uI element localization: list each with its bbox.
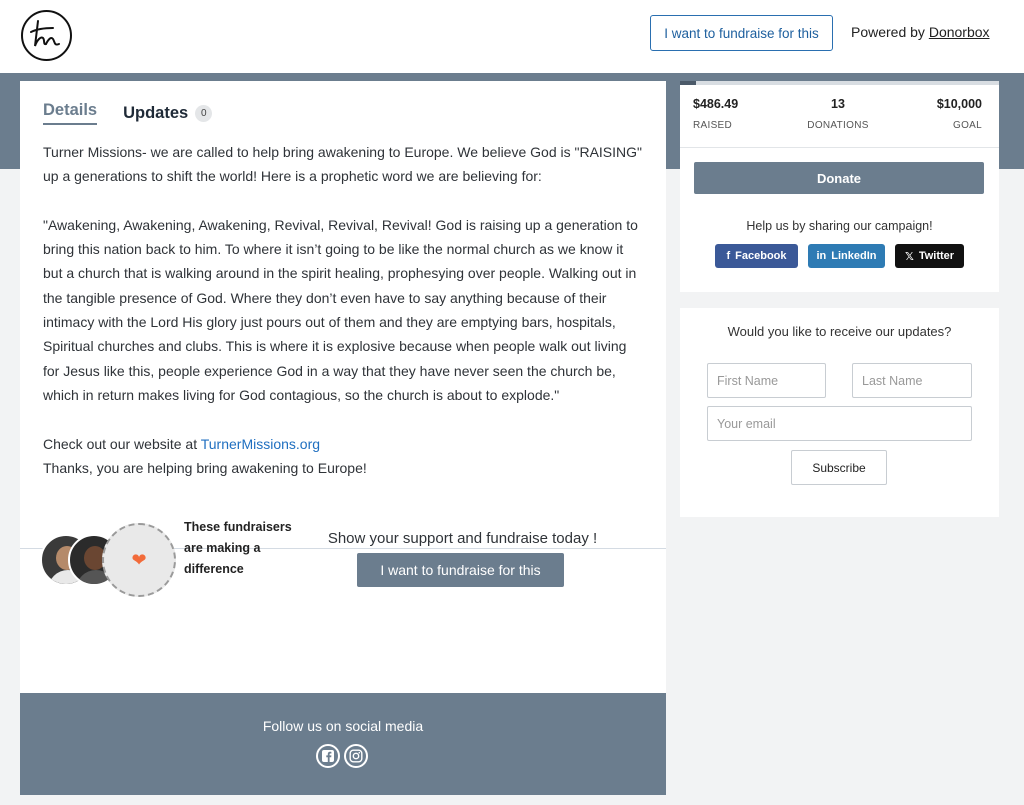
- progress-fill: [680, 81, 696, 85]
- support-text: Show your support and fundraise today !: [327, 530, 598, 547]
- email-field[interactable]: Your email: [707, 406, 972, 441]
- social-icons: [316, 744, 368, 768]
- share-linkedin-button[interactable]: in LinkedIn: [808, 244, 885, 268]
- fundraisers-text: These fundraisers are making a differenc…: [184, 520, 292, 576]
- stat-raised: $486.49 RAISED: [693, 97, 738, 131]
- share-facebook-button[interactable]: f Facebook: [715, 244, 798, 268]
- description-paragraph: "Awakening, Awakening, Awakening, Reviva…: [43, 216, 638, 403]
- follow-text: Follow us on social media: [262, 718, 424, 734]
- donations-count: 13: [831, 97, 845, 111]
- description-paragraph: Turner Missions- we are called to help b…: [43, 144, 642, 185]
- stats-divider: [680, 147, 999, 148]
- website-link[interactable]: TurnerMissions.org: [201, 436, 320, 452]
- raised-amount: $486.49: [693, 97, 739, 111]
- fundraise-button-top[interactable]: I want to fundraise for this: [650, 15, 833, 51]
- turner-missions-logo[interactable]: [21, 10, 72, 61]
- updates-count-badge: 0: [195, 104, 213, 122]
- powered-by-label: Powered by: [851, 24, 925, 40]
- website-line: Check out our website at TurnerMissions.…: [43, 432, 643, 456]
- donations-label: DONATIONS: [807, 120, 869, 131]
- goal-amount: $10,000: [936, 97, 982, 111]
- linkedin-icon: in: [816, 250, 827, 262]
- stat-donations: 13 DONATIONS: [798, 97, 878, 131]
- campaign-details-card: Details Updates 0 Turner Missions- we ar…: [20, 81, 666, 693]
- share-twitter-button[interactable]: 𝕏 Twitter: [895, 244, 964, 268]
- fundraiser-avatars: ❤: [40, 523, 176, 597]
- tab-details[interactable]: Details: [43, 101, 98, 125]
- powered-by: Powered by Donorbox: [851, 24, 990, 40]
- fundraise-button[interactable]: I want to fundraise for this: [357, 553, 564, 587]
- tab-updates[interactable]: Updates: [123, 104, 188, 123]
- donorbox-link[interactable]: Donorbox: [929, 24, 990, 40]
- thanks-text: Thanks, you are helping bring awakening …: [43, 459, 367, 476]
- first-name-field[interactable]: First Name: [707, 363, 826, 398]
- campaign-description: Turner Missions- we are called to help b…: [43, 140, 643, 480]
- donate-button[interactable]: Donate: [694, 162, 984, 194]
- donation-stats-card: $486.49 RAISED 13 DONATIONS $10,000 GOAL…: [680, 81, 999, 292]
- subscribe-button[interactable]: Subscribe: [791, 450, 887, 485]
- website-prefix: Check out our website at: [43, 435, 198, 452]
- facebook-label: Facebook: [735, 250, 787, 262]
- twitter-label: Twitter: [918, 250, 955, 262]
- last-name-field[interactable]: Last Name: [852, 363, 972, 398]
- stat-goal: $10,000 GOAL: [937, 97, 982, 131]
- facebook-icon: f: [726, 250, 731, 262]
- tab-bar: Details Updates 0: [43, 101, 213, 125]
- goal-label: GOAL: [953, 120, 982, 131]
- raised-label: RAISED: [693, 120, 733, 131]
- linkedin-label: LinkedIn: [831, 250, 877, 262]
- subscribe-card: Would you like to receive our updates? F…: [680, 308, 999, 517]
- heart-icon: ❤: [102, 523, 176, 597]
- share-buttons: f Facebook in LinkedIn 𝕏 Twitter: [715, 244, 964, 268]
- x-icon: 𝕏: [904, 250, 914, 263]
- instagram-icon[interactable]: [344, 744, 368, 768]
- facebook-icon[interactable]: [316, 744, 340, 768]
- share-title: Help us by sharing our campaign!: [746, 219, 933, 233]
- top-bar: I want to fundraise for this Powered by …: [0, 0, 1024, 73]
- subscribe-title: Would you like to receive our updates?: [727, 324, 952, 339]
- progress-bar: [680, 81, 999, 85]
- social-footer: Follow us on social media: [20, 693, 666, 795]
